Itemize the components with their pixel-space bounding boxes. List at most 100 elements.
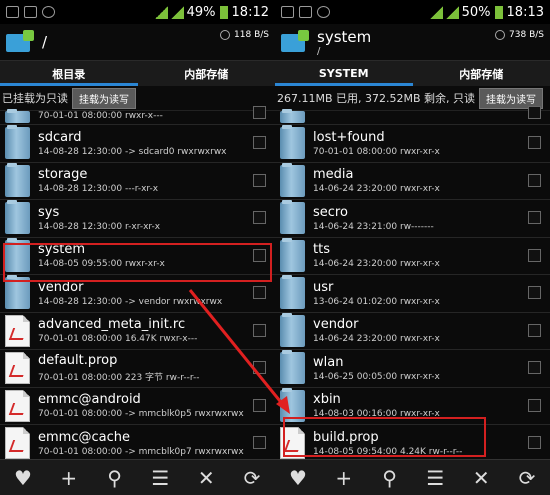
list-item-tts[interactable]: tts 14-06-24 23:20:00 rwxr-xr-x [275,237,550,275]
tab-system[interactable]: SYSTEM [275,61,413,86]
heart-icon[interactable]: ♥ [283,463,313,493]
tab-internal-storage[interactable]: 内部存储 [138,61,276,86]
speed-icon [495,30,506,40]
select-checkbox[interactable] [253,211,266,225]
list-item-lost-found[interactable]: lost+found 70-01-01 08:00:00 rwxr-xr-x [275,125,550,163]
select-checkbox[interactable] [528,136,541,150]
file-name: storage [38,167,88,183]
tab-internal-storage[interactable]: 内部存储 [413,61,550,86]
list-item-secro[interactable]: secro 14-06-24 23:21:00 rw------- [275,200,550,238]
transfer-speed: 738 B/S [509,30,544,40]
tab-bar: SYSTEM 内部存储 [275,60,550,86]
current-path: / [317,45,321,57]
select-checkbox[interactable] [528,211,541,225]
sort-icon[interactable]: ☰ [420,463,450,493]
list-item-vendor[interactable]: vendor 14-08-28 12:30:00 -> vendor rwxrwx… [0,275,275,313]
folder-icon [5,237,30,272]
select-checkbox[interactable] [528,361,541,375]
file-meta: 70-01-01 08:00:00 -> mmcblk0p7 rwxrwxrwx [38,446,244,457]
list-item-partial[interactable]: 70-01-01 08:00:00 rwxr-x--- [0,106,275,125]
list-item-advanced-meta-init-rc[interactable]: advanced_meta_init.rc 70-01-01 08:00:00 1… [0,313,275,350]
file-meta: 14-08-05 09:55:00 rwxr-xr-x [38,259,165,270]
file-icon [5,314,30,347]
folder-icon [5,108,30,123]
folder-icon [280,275,305,310]
list-item-default-prop[interactable]: default.prop 70-01-01 08:00:00 223 字节 rw-… [0,350,275,388]
mount-status-bar: 267.11MB 已用, 372.52MB 剩余, 只读 挂载为读写 [275,86,550,111]
select-checkbox[interactable] [253,248,266,262]
select-checkbox[interactable] [528,248,541,262]
file-name: usr [313,279,334,295]
wifi-signal-icon [445,5,459,19]
select-checkbox[interactable] [528,398,541,412]
select-checkbox[interactable] [253,361,266,375]
list-item-storage[interactable]: storage 14-08-28 12:30:00 ---r-xr-x [0,162,275,200]
close-icon[interactable]: ✕ [466,463,496,493]
file-name: system [38,242,85,258]
folder-icon [280,312,305,347]
app-logo-icon[interactable] [6,30,34,54]
file-meta: 70-01-01 08:00:00 rwxr-x--- [38,110,163,121]
select-checkbox[interactable] [528,323,541,337]
select-checkbox[interactable] [253,398,266,412]
refresh-icon[interactable]: ⟳ [237,463,267,493]
app-logo-icon[interactable] [281,30,309,54]
list-item-emmc-android[interactable]: emmc@android 70-01-01 08:00:00 -> mmcblk0… [0,388,275,425]
file-meta: 70-01-01 08:00:00 223 字节 rw-r--r-- [38,373,200,384]
plus-icon[interactable]: + [54,463,84,493]
list-item-build-prop[interactable]: build.prop 14-08-05 09:54:00 4.24K rw-r--… [275,425,550,463]
select-checkbox[interactable] [253,173,266,187]
current-folder: system [317,27,372,46]
list-item-media[interactable]: media 14-06-24 23:20:00 rwxr-xr-x [275,162,550,200]
select-checkbox[interactable] [253,286,266,300]
refresh-icon[interactable]: ⟳ [512,463,542,493]
bottom-toolbar: ♥ + ⚲ ☰ ✕ ⟳ [275,459,550,495]
signal-icon [154,5,168,19]
search-icon[interactable]: ⚲ [375,463,405,493]
close-icon[interactable]: ✕ [191,463,221,493]
list-item-vendor[interactable]: vendor 14-06-24 23:20:00 rwxr-xr-x [275,312,550,350]
sort-icon[interactable]: ☰ [145,463,175,493]
select-checkbox[interactable] [253,323,266,337]
sync-icon [317,6,330,18]
file-name: lost+found [313,129,385,145]
list-item-sys[interactable]: sys 14-08-28 12:30:00 r-xr-xr-x [0,200,275,238]
path-header: system / 738 B/S [275,24,550,60]
battery-icon [219,5,228,19]
folder-icon [5,162,30,197]
plus-icon[interactable]: + [329,463,359,493]
file-meta: 14-06-24 23:20:00 rwxr-xr-x [313,184,440,195]
list-item-partial[interactable] [275,106,550,125]
select-checkbox[interactable] [528,286,541,300]
list-item-usr[interactable]: usr 13-06-24 01:02:00 rwxr-xr-x [275,275,550,313]
list-item-emmc-cache[interactable]: emmc@cache 70-01-01 08:00:00 -> mmcblk0p7… [0,425,275,463]
clock: 18:13 [506,4,544,20]
battery-percent: 49% [186,4,216,20]
list-item-sdcard[interactable]: sdcard 14-08-28 12:30:00 -> sdcard0 rwxrw… [0,125,275,163]
select-checkbox[interactable] [253,136,266,150]
list-item-xbin[interactable]: xbin 14-08-03 00:16:00 rwxr-xr-x [275,387,550,425]
search-icon[interactable]: ⚲ [100,463,130,493]
mount-status: 已挂载为只读 [2,92,68,105]
file-meta: 14-08-03 00:16:00 rwxr-xr-x [313,409,440,420]
folder-icon [280,200,305,235]
file-meta: 14-08-05 09:54:00 4.24K rw-r--r-- [313,446,463,457]
file-list: 70-01-01 08:00:00 rwxr-x--- sdcard 14-08-2… [0,106,275,463]
folder-icon [280,125,305,160]
tab-root[interactable]: 根目录 [0,61,138,86]
list-item-wlan[interactable]: wlan 14-06-25 00:05:00 rwxr-xr-x [275,350,550,388]
select-checkbox[interactable] [528,106,541,119]
folder-icon [280,237,305,272]
file-meta: 14-08-28 12:30:00 -> sdcard0 rwxrwxrwx [38,146,227,157]
select-checkbox[interactable] [253,436,266,450]
file-meta: 14-06-25 00:05:00 rwxr-xr-x [313,371,440,382]
bottom-toolbar: ♥ + ⚲ ☰ ✕ ⟳ [0,459,275,495]
select-checkbox[interactable] [528,436,541,450]
list-item-system[interactable]: system 14-08-05 09:55:00 rwxr-xr-x [0,237,275,275]
heart-icon[interactable]: ♥ [8,463,38,493]
mount-rw-button[interactable]: 挂载为读写 [72,87,136,109]
select-checkbox[interactable] [528,173,541,187]
path-header: / 118 B/S [0,24,275,60]
file-meta: 13-06-24 01:02:00 rwxr-xr-x [313,296,440,307]
select-checkbox[interactable] [253,106,266,119]
